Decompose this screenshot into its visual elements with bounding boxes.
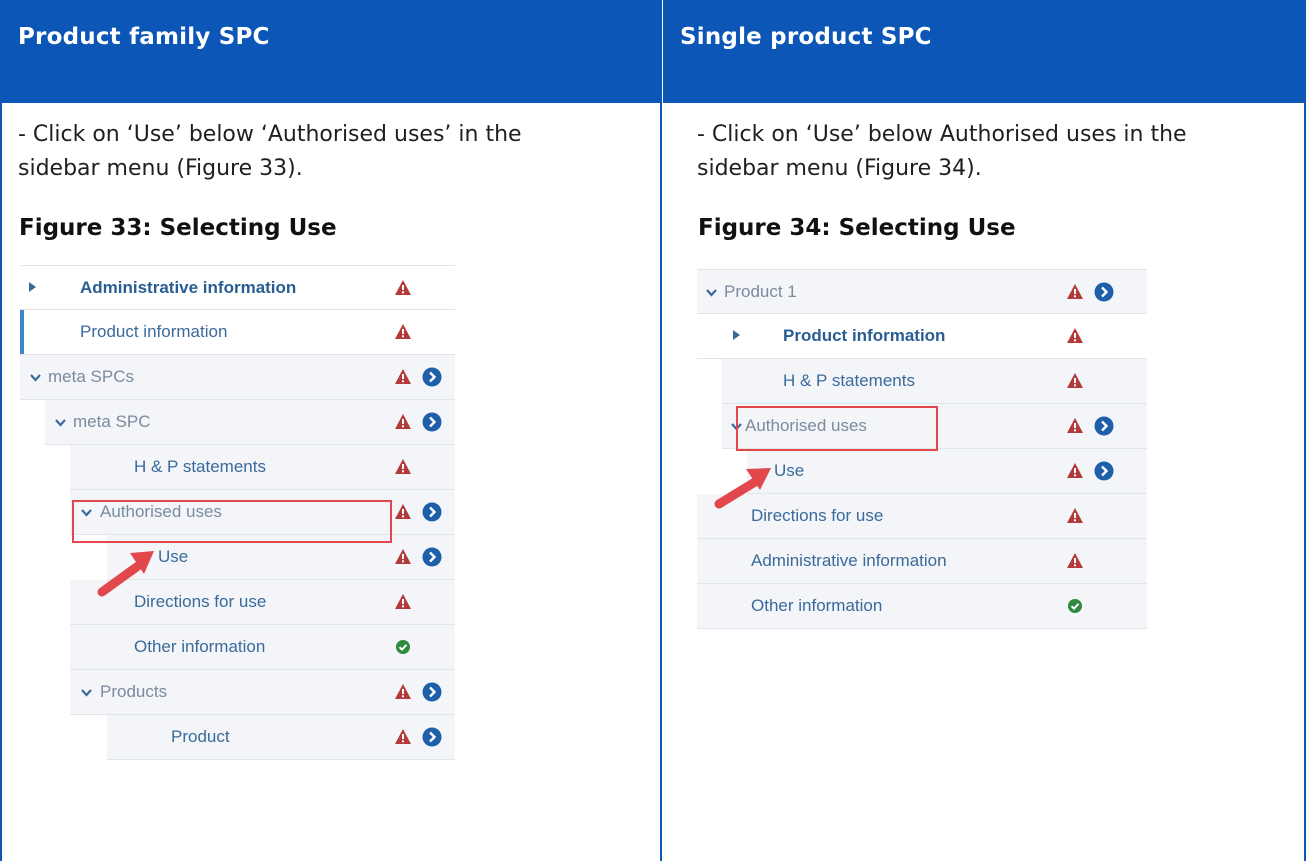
menu-item-label: Other information: [751, 596, 883, 615]
warning-icon: [1067, 463, 1083, 478]
menu-item-label: Product information: [80, 322, 228, 341]
menu-item-label: H & P statements: [134, 457, 266, 476]
menu-item-label: meta SPC: [73, 412, 151, 431]
menu-item-label: Product 1: [724, 282, 797, 301]
menu-item-label: Product information: [783, 326, 946, 345]
warning-icon: [395, 549, 411, 564]
caret-right-icon: [733, 330, 740, 340]
warning-icon: [395, 324, 411, 339]
document-page: Product family SPC Single product SPC - …: [0, 0, 1306, 861]
warning-icon: [1067, 553, 1083, 568]
menu-item-other-information[interactable]: Other information: [697, 584, 1147, 629]
go-arrow-icon[interactable]: [422, 547, 442, 567]
right-instruction: - Click on ‘Use’ below Authorised uses i…: [697, 118, 1187, 186]
warning-icon: [1067, 418, 1083, 433]
warning-icon: [395, 414, 411, 429]
warning-icon: [395, 369, 411, 384]
go-arrow-icon[interactable]: [1094, 461, 1114, 481]
menu-item-products[interactable]: Products: [70, 670, 455, 715]
menu-item-h-p-statements[interactable]: H & P statements: [722, 359, 1147, 404]
menu-item-label: Administrative information: [751, 551, 947, 570]
left-column: - Click on ‘Use’ below ‘Authorised uses’…: [0, 103, 662, 861]
authorised-uses-highlight-box: [736, 406, 938, 451]
menu-item-label: H & P statements: [783, 371, 915, 390]
menu-item-label: Use: [158, 547, 189, 566]
go-arrow-icon[interactable]: [1094, 282, 1114, 302]
left-instruction: - Click on ‘Use’ below ‘Authorised uses’…: [18, 118, 522, 186]
menu-item-administrative-information[interactable]: Administrative information: [697, 539, 1147, 584]
column-header-single-product: Single product SPC: [662, 0, 1306, 103]
menu-item-label: Use: [774, 461, 805, 480]
go-arrow-icon[interactable]: [422, 502, 442, 522]
check-icon: [1068, 599, 1082, 613]
menu-item-h-p-statements[interactable]: H & P statements: [70, 445, 455, 490]
pointer-arrow-icon: [97, 551, 154, 597]
warning-icon: [395, 684, 411, 699]
active-indicator: [20, 310, 24, 354]
check-icon: [396, 640, 410, 654]
warning-icon: [1067, 508, 1083, 523]
menu-item-other-information[interactable]: Other information: [70, 625, 455, 670]
menu-item-use[interactable]: Use: [747, 449, 1147, 494]
caret-right-icon: [29, 282, 36, 292]
warning-icon: [1067, 328, 1083, 343]
right-column: - Click on ‘Use’ below Authorised uses i…: [662, 103, 1306, 861]
go-arrow-icon[interactable]: [1094, 416, 1114, 436]
menu-item-label: meta SPCs: [48, 367, 134, 386]
chevron-down-icon: [30, 374, 41, 382]
figure-33-title: Figure 33: Selecting Use: [19, 215, 337, 241]
left-instruction-line2: sidebar menu (Figure 33).: [18, 156, 303, 181]
chevron-down-icon: [706, 289, 717, 297]
right-instruction-line2: sidebar menu (Figure 34).: [697, 156, 982, 181]
go-arrow-icon[interactable]: [422, 727, 442, 747]
warning-icon: [1067, 284, 1083, 299]
go-arrow-icon[interactable]: [422, 412, 442, 432]
right-instruction-line1: - Click on ‘Use’ below Authorised uses i…: [697, 122, 1187, 147]
warning-icon: [1067, 373, 1083, 388]
menu-item-product-information[interactable]: Product information: [20, 310, 455, 355]
column-header-product-family: Product family SPC: [0, 0, 662, 103]
menu-item-meta-spc[interactable]: meta SPC: [45, 400, 455, 445]
menu-item-label: Product: [171, 727, 230, 746]
menu-item-product-information[interactable]: Product information: [697, 314, 1147, 359]
menu-item-product[interactable]: Product: [107, 715, 455, 760]
menu-item-label: Other information: [134, 637, 266, 656]
menu-item-administrative-information[interactable]: Administrative information: [20, 265, 455, 310]
menu-item-label: Products: [100, 682, 168, 701]
menu-item-product-1[interactable]: Product 1: [697, 269, 1147, 314]
chevron-down-icon: [81, 689, 92, 697]
figure-34-title: Figure 34: Selecting Use: [698, 215, 1016, 241]
pointer-arrow-icon: [714, 468, 771, 509]
chevron-down-icon: [55, 419, 66, 427]
warning-icon: [395, 729, 411, 744]
menu-item-label: Administrative information: [80, 278, 297, 297]
left-instruction-line1: - Click on ‘Use’ below ‘Authorised uses’…: [18, 122, 522, 147]
go-arrow-icon[interactable]: [422, 367, 442, 387]
authorised-uses-highlight-box: [72, 500, 392, 543]
warning-icon: [395, 504, 411, 519]
warning-icon: [395, 594, 411, 609]
go-arrow-icon[interactable]: [422, 682, 442, 702]
warning-icon: [395, 280, 411, 295]
menu-item-meta-spcs[interactable]: meta SPCs: [20, 355, 455, 400]
warning-icon: [395, 459, 411, 474]
